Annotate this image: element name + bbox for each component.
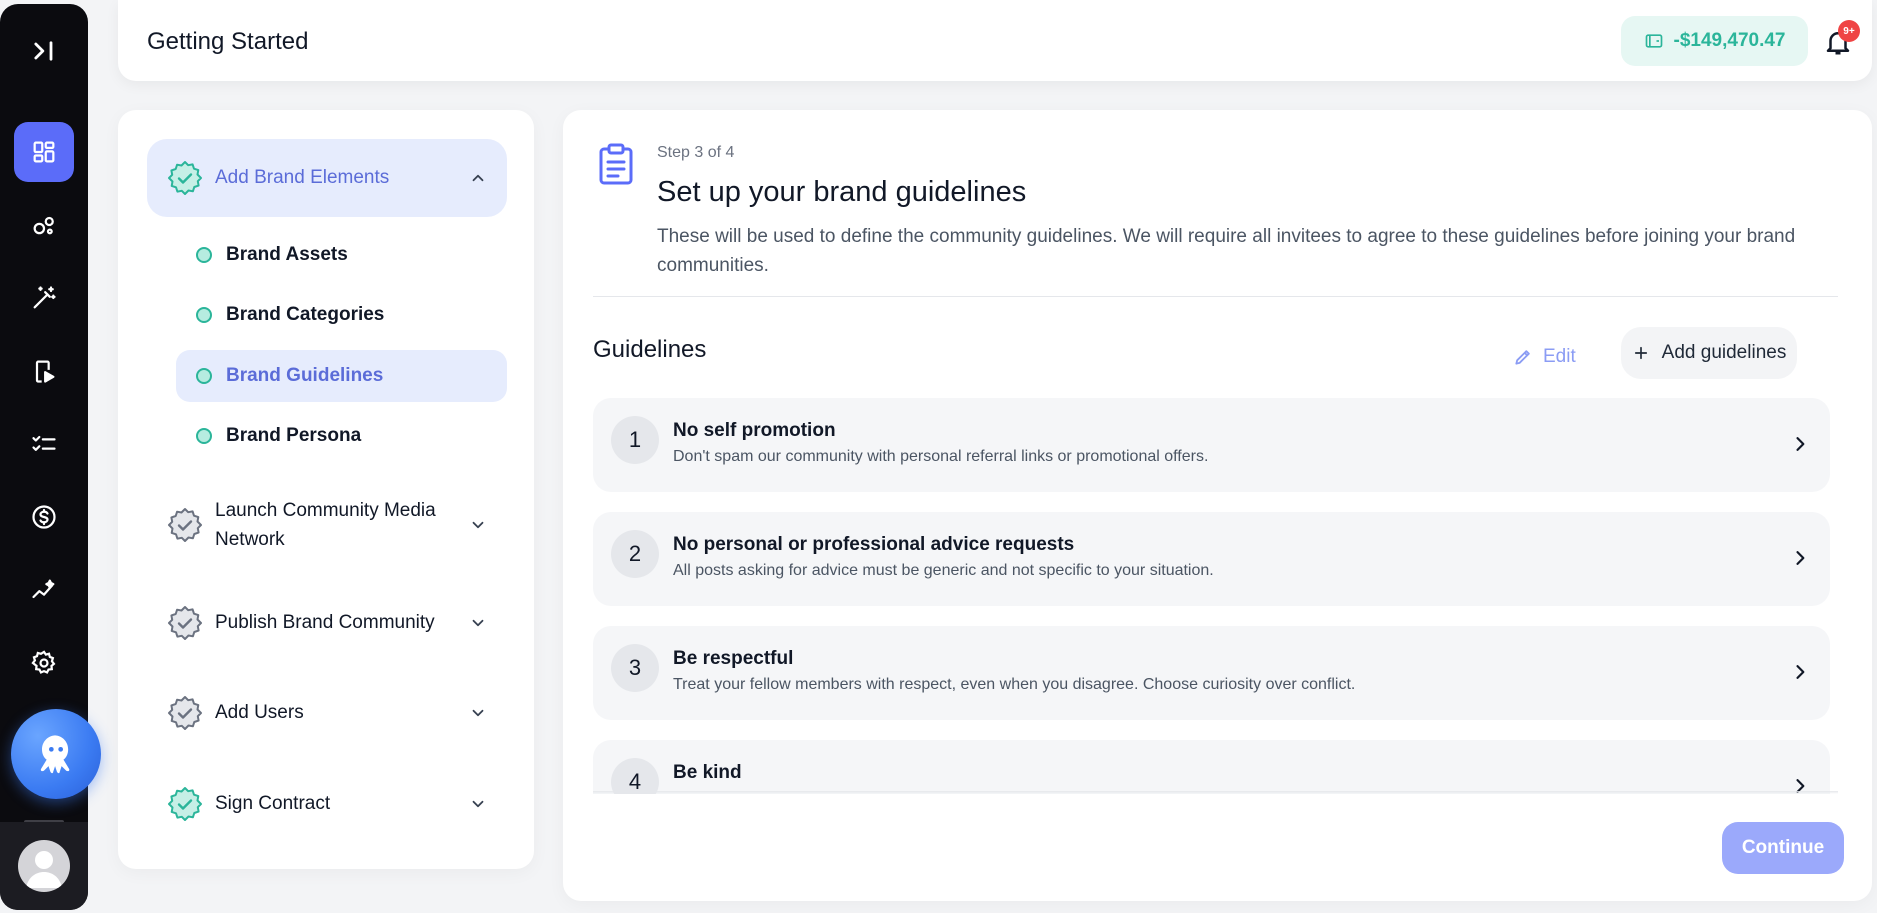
clipboard-icon <box>599 143 633 185</box>
status-dot <box>196 307 212 323</box>
pencil-icon <box>1515 350 1530 365</box>
substep-brand-categories[interactable]: Brand Categories <box>176 289 507 341</box>
expand-sidebar-icon[interactable] <box>14 21 74 81</box>
wallet-icon <box>1645 34 1662 48</box>
continue-button[interactable]: Continue <box>1722 822 1844 874</box>
step-label: Add Brand Elements <box>215 167 390 189</box>
plus-icon <box>1634 346 1647 360</box>
checklist-icon[interactable] <box>14 414 74 474</box>
status-dot <box>196 368 212 384</box>
step-label: Launch Community Media Network <box>215 499 436 550</box>
chevron-down-icon <box>472 521 484 529</box>
chevron-down-icon <box>472 619 484 627</box>
substep-brand-persona[interactable]: Brand Persona <box>176 410 507 462</box>
step-counter: Step 3 of 4 <box>657 144 735 161</box>
onboarding-steps-panel: Add Brand Elements Brand Assets Brand Ca… <box>118 110 534 869</box>
step-add-brand-elements[interactable]: Add Brand Elements <box>147 139 507 217</box>
step-label: Add Users <box>215 702 304 724</box>
guidelines-list: 1 No self promotion Don't spam our commu… <box>593 398 1830 794</box>
edit-button[interactable]: Edit <box>1513 337 1576 377</box>
chevron-down-icon <box>472 800 484 808</box>
assistant-octopus-icon[interactable] <box>11 709 101 799</box>
item-title: Be kind <box>673 762 742 783</box>
pending-seal-icon <box>168 508 202 542</box>
avatar[interactable] <box>18 840 70 892</box>
chevron-up-icon <box>472 174 484 182</box>
list-item[interactable]: 1 No self promotion Don't spam our commu… <box>593 398 1830 492</box>
brand-guidelines-panel: Step 3 of 4 Set up your brand guidelines… <box>563 110 1872 901</box>
status-dot <box>196 428 212 444</box>
chevron-right-icon <box>1796 665 1805 679</box>
item-number: 1 <box>611 416 659 464</box>
user-section <box>0 822 88 910</box>
verified-seal-icon <box>168 161 202 195</box>
guidelines-heading: Guidelines <box>593 336 707 363</box>
verified-seal-icon <box>168 787 202 821</box>
bubbles-icon[interactable] <box>14 195 74 255</box>
wallet-balance[interactable]: -$149,470.47 <box>1621 16 1808 66</box>
item-number: 4 <box>611 758 659 794</box>
step-label: Sign Contract <box>215 793 331 815</box>
gear-icon[interactable] <box>14 633 74 693</box>
top-header: Getting Started -$149,470.47 9+ <box>118 0 1872 81</box>
pending-seal-icon <box>168 696 202 730</box>
chevron-right-icon <box>1796 437 1805 451</box>
media-play-icon[interactable] <box>14 341 74 401</box>
substep-label: Brand Categories <box>226 304 385 325</box>
substep-brand-guidelines[interactable]: Brand Guidelines <box>176 350 507 402</box>
step-launch-community-media-network[interactable]: Launch Community Media Network <box>147 486 507 564</box>
dashboard-icon[interactable] <box>14 122 74 182</box>
chevron-right-icon <box>1796 551 1805 565</box>
add-guidelines-button[interactable]: Add guidelines <box>1621 327 1797 379</box>
add-label: Add guidelines <box>1661 342 1787 363</box>
step-publish-brand-community[interactable]: Publish Brand Community <box>147 584 507 662</box>
list-item[interactable]: 3 Be respectful Treat your fellow member… <box>593 626 1830 720</box>
item-title: No self promotion <box>673 420 836 441</box>
pending-seal-icon <box>168 606 202 640</box>
item-number: 3 <box>611 644 659 692</box>
item-number: 2 <box>611 530 659 578</box>
item-title: Be respectful <box>673 648 794 669</box>
substep-brand-assets[interactable]: Brand Assets <box>176 229 507 281</box>
item-title: No personal or professional advice reque… <box>673 534 1075 555</box>
item-description: Don't spam our community with personal r… <box>673 448 1209 465</box>
step-add-users[interactable]: Add Users <box>147 674 507 752</box>
list-bottom-edge <box>593 791 1838 794</box>
substep-label: Brand Assets <box>226 244 348 265</box>
substep-label: Brand Persona <box>226 425 362 446</box>
dollar-icon[interactable] <box>14 487 74 547</box>
item-description: Treat your fellow members with respect, … <box>673 676 1356 693</box>
substep-label: Brand Guidelines <box>226 365 384 386</box>
edit-label: Edit <box>1543 346 1576 367</box>
magic-wand-icon[interactable] <box>14 268 74 328</box>
notification-badge: 9+ <box>1838 20 1860 42</box>
list-item[interactable]: 4 Be kind <box>593 740 1830 794</box>
step-label: Publish Brand Community <box>215 612 435 634</box>
analytics-icon[interactable] <box>14 560 74 620</box>
section-heading: Set up your brand guidelines <box>657 176 1027 208</box>
chevron-down-icon <box>472 709 484 717</box>
step-sign-contract[interactable]: Sign Contract <box>147 765 507 843</box>
item-description: All posts asking for advice must be gene… <box>673 562 1214 579</box>
section-description: These will be used to define the communi… <box>657 226 1796 276</box>
list-item[interactable]: 2 No personal or professional advice req… <box>593 512 1830 606</box>
status-dot <box>196 247 212 263</box>
page-title: Getting Started <box>147 28 309 55</box>
divider <box>593 296 1838 297</box>
balance-amount: -$149,470.47 <box>1673 30 1786 51</box>
